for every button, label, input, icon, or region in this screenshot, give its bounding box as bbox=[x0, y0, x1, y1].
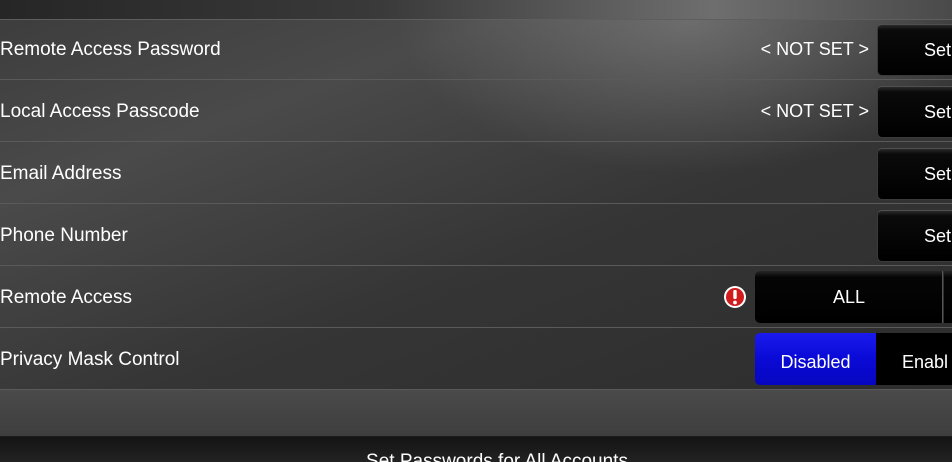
top-header-strip bbox=[0, 0, 952, 20]
row-phone-number: Phone Number Set bbox=[0, 205, 952, 266]
set-email-button[interactable]: Set bbox=[877, 148, 952, 200]
option-label: Enabl bbox=[902, 352, 949, 372]
button-label: Set Passwords for All Accounts bbox=[366, 451, 628, 462]
set-remote-password-button[interactable]: Set bbox=[877, 24, 952, 76]
set-all-passwords-button[interactable]: Set Passwords for All Accounts bbox=[0, 437, 952, 462]
row-remote-access: Remote Access ALL bbox=[0, 267, 952, 328]
status-value: < NOT SET > bbox=[760, 101, 869, 121]
row-label: Local Access Passcode bbox=[0, 101, 200, 122]
option-label: Disabled bbox=[780, 352, 851, 372]
remote-access-next-option[interactable] bbox=[944, 271, 952, 323]
row-label: Privacy Mask Control bbox=[0, 349, 180, 370]
row-local-access-passcode: Local Access Passcode < NOT SET > Set bbox=[0, 81, 952, 142]
row-label: Remote Access Password bbox=[0, 39, 221, 60]
exclamation-circle-icon bbox=[724, 286, 746, 308]
status-value: < NOT SET > bbox=[760, 39, 869, 59]
button-label: Set bbox=[923, 102, 951, 122]
row-privacy-mask-control: Privacy Mask Control Disabled Enabl bbox=[0, 329, 952, 390]
privacy-mask-enabled-option[interactable]: Enabl bbox=[876, 333, 952, 385]
button-label: Set bbox=[923, 226, 951, 246]
set-phone-button[interactable]: Set bbox=[877, 210, 952, 262]
button-label: Set bbox=[923, 40, 951, 60]
privacy-mask-disabled-option[interactable]: Disabled bbox=[755, 333, 876, 385]
remote-access-all-option[interactable]: ALL bbox=[755, 271, 943, 323]
row-remote-access-password: Remote Access Password < NOT SET > Set bbox=[0, 19, 952, 80]
option-label: ALL bbox=[832, 287, 866, 307]
row-label: Email Address bbox=[0, 163, 122, 184]
set-local-passcode-button[interactable]: Set bbox=[877, 86, 952, 138]
row-label: Remote Access bbox=[0, 287, 132, 308]
button-label: Set bbox=[923, 164, 951, 184]
row-email-address: Email Address Set bbox=[0, 143, 952, 204]
section-spacer bbox=[0, 390, 952, 437]
row-label: Phone Number bbox=[0, 225, 128, 246]
